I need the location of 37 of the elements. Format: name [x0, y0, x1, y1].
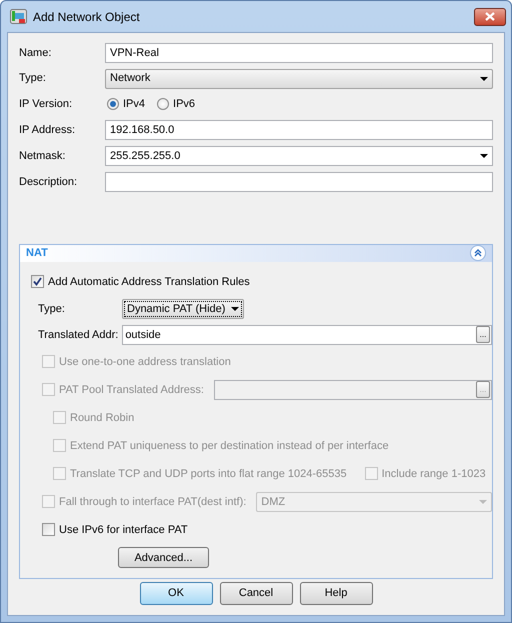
advanced-button[interactable]: Advanced...: [118, 547, 209, 568]
collapse-button[interactable]: [470, 245, 486, 262]
close-icon: [485, 12, 495, 21]
close-button[interactable]: [474, 8, 506, 26]
checkbox-label: Round Robin: [70, 410, 134, 426]
checkbox-label: Add Automatic Address Translation Rules: [48, 274, 250, 290]
checkbox[interactable]: [42, 523, 55, 536]
dialog-button[interactable]: OK: [140, 582, 212, 605]
field-label: Name:: [19, 46, 52, 61]
field-label: Type:: [38, 302, 66, 317]
checkbox-label: Fall through to interface PAT(dest intf):: [59, 494, 246, 510]
network-icon: [10, 8, 27, 24]
field-label: Type:: [19, 71, 47, 86]
text-field[interactable]: VPN-Real: [105, 42, 493, 63]
checkbox-label: Translate TCP and UDP ports into flat range 1024-65535: [70, 466, 347, 482]
checkbox-label: Extend PAT uniqueness to per destination instead of per interface: [70, 438, 389, 454]
checkbox-label: Use one-to-one address translation: [59, 354, 231, 370]
collapse-icon: [474, 249, 482, 258]
field-label: IP Version:: [19, 97, 73, 112]
checkbox[interactable]: [31, 275, 44, 288]
dialog-button[interactable]: Help: [300, 582, 372, 605]
combo-box[interactable]: 255.255.255.0: [105, 146, 493, 166]
field-label: Description:: [19, 174, 78, 190]
text-field[interactable]: 192.168.50.0: [105, 120, 493, 140]
dialog-button[interactable]: Cancel: [220, 582, 292, 605]
field-label: IP Address:: [19, 123, 76, 138]
dropdown[interactable]: Dynamic PAT (Hide): [122, 298, 244, 319]
field-label: Translated Addr:: [38, 328, 118, 343]
checkbox-label: PAT Pool Translated Address:: [59, 382, 204, 398]
radio-button[interactable]: IPv6: [157, 96, 196, 113]
field-label: Netmask:: [19, 148, 66, 164]
checkbox-label: Include range 1-1023: [382, 466, 486, 482]
checkbox-label: Use IPv6 for interface PAT: [59, 522, 188, 538]
section-title: NAT: [26, 246, 48, 262]
radio-button[interactable]: IPv4: [107, 96, 146, 113]
window-title: Add Network Object: [33, 8, 140, 26]
dropdown[interactable]: Network: [105, 68, 493, 89]
